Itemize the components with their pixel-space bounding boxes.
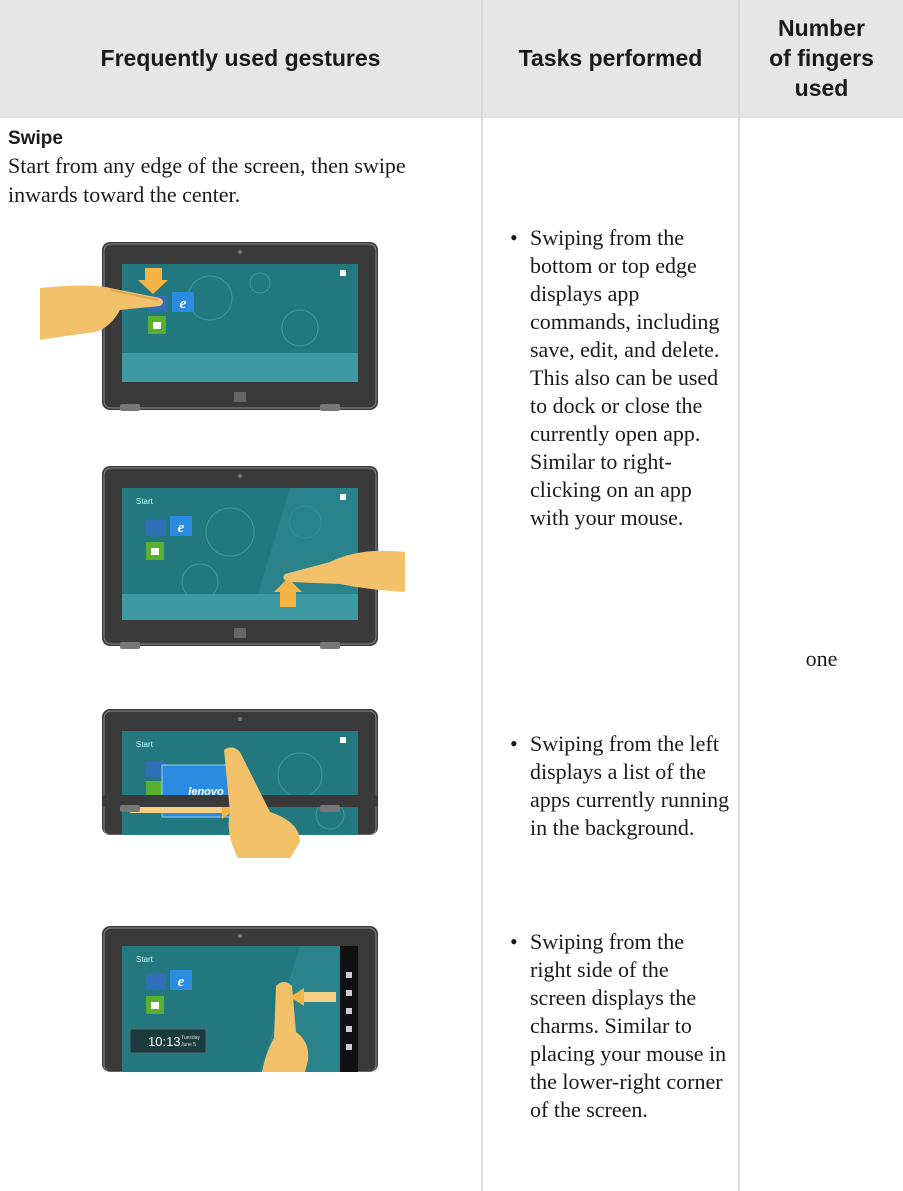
header-gestures: Frequently used gestures <box>100 45 381 72</box>
clock-date: June 5 <box>181 1042 196 1048</box>
task-item-1: Swiping from the bottom or top edge disp… <box>510 224 730 532</box>
gesture-description: Start from any edge of the screen, then … <box>8 153 406 207</box>
clock-time: 10:13 <box>148 1034 181 1049</box>
illustration-swipe-bottom: Start e <box>0 452 481 662</box>
header-fingers-line1: Number <box>778 15 865 42</box>
task-item-3: Swiping from the right side of the scree… <box>510 928 730 1124</box>
task-item-2: Swiping from the left displays a list of… <box>510 730 730 842</box>
fingers-used: one <box>805 646 838 671</box>
column-divider-2 <box>738 0 740 1191</box>
clock-day: Tuesday <box>181 1035 200 1041</box>
column-divider-1 <box>481 0 483 1191</box>
table-header: Frequently used gestures Tasks performed… <box>0 0 903 118</box>
illustration-swipe-right: Start e 10:13 Tuesday June 5 <box>0 912 481 1072</box>
start-label-3: Start <box>136 955 154 964</box>
header-fingers-line2: of fingers <box>769 45 874 72</box>
header-tasks: Tasks performed <box>518 45 703 72</box>
svg-text:e: e <box>178 520 185 536</box>
svg-text:e: e <box>180 296 187 312</box>
header-fingers-line3: used <box>794 74 849 101</box>
illustration-swipe-top: e <box>0 228 481 428</box>
gesture-title: Swipe <box>8 128 63 149</box>
header-fingers: Number of fingers used <box>740 0 903 118</box>
start-label: Start <box>136 497 154 506</box>
illustration-finger-left <box>0 742 481 862</box>
task-text-2: Swiping from the left displays a list of… <box>510 730 730 842</box>
task-text-1: Swiping from the bottom or top edge disp… <box>510 224 730 532</box>
task-text-3: Swiping from the right side of the scree… <box>510 928 730 1124</box>
svg-text:e: e <box>178 974 185 990</box>
